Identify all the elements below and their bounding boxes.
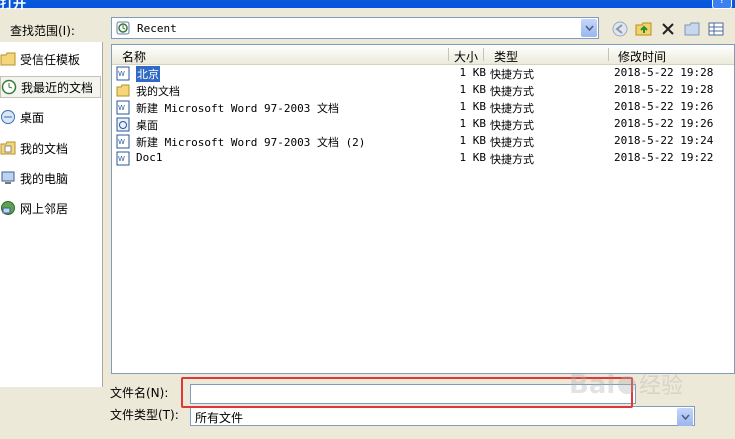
file-type: 快捷方式 bbox=[490, 136, 534, 149]
place-label: 我的文档 bbox=[20, 141, 69, 156]
word-document-icon: W bbox=[116, 66, 130, 81]
file-size: 1 KB bbox=[459, 66, 487, 79]
file-row[interactable]: W Doc1 1 KB 快捷方式 2018-5-22 19:22 bbox=[112, 150, 732, 167]
file-name: 我的文档 bbox=[136, 85, 180, 98]
file-row[interactable]: 桌面 1 KB 快捷方式 2018-5-22 19:26 bbox=[112, 116, 732, 133]
svg-text:Bai: Bai bbox=[569, 370, 615, 400]
file-size: 1 KB bbox=[459, 83, 487, 96]
file-type: 快捷方式 bbox=[490, 85, 534, 98]
file-name: 北京 bbox=[136, 66, 160, 82]
look-in-dropdown[interactable]: Recent bbox=[111, 17, 599, 39]
file-list[interactable]: 名称 大小 类型 修改时间 W 北京 1 KB 快捷方式 2018-5-22 1… bbox=[111, 44, 735, 374]
toolbar bbox=[610, 17, 726, 41]
file-row[interactable]: W 新建 Microsoft Word 97-2003 文档 1 KB 快捷方式… bbox=[112, 99, 732, 116]
svg-text:W: W bbox=[118, 155, 125, 163]
delete-button[interactable] bbox=[658, 19, 678, 39]
look-in-dropdown-button[interactable] bbox=[581, 19, 597, 37]
place-label: 网上邻居 bbox=[20, 201, 69, 216]
network-icon bbox=[1, 201, 15, 215]
word-document-icon: W bbox=[116, 151, 130, 166]
desktop-shortcut-icon bbox=[116, 117, 130, 132]
file-name: Doc1 bbox=[136, 151, 163, 164]
file-size: 1 KB bbox=[459, 100, 487, 113]
column-divider[interactable] bbox=[483, 48, 484, 61]
new-folder-icon bbox=[684, 22, 700, 36]
file-modified: 2018-5-22 19:26 bbox=[614, 100, 714, 113]
file-type-label: 文件类型(T): bbox=[110, 408, 179, 422]
place-desktop[interactable]: 桌面 bbox=[0, 106, 101, 128]
column-divider[interactable] bbox=[448, 48, 449, 61]
file-modified: 2018-5-22 19:28 bbox=[614, 83, 714, 96]
column-divider[interactable] bbox=[608, 48, 609, 61]
new-folder-button[interactable] bbox=[682, 19, 702, 39]
file-row[interactable]: 我的文档 1 KB 快捷方式 2018-5-22 19:28 bbox=[112, 82, 732, 99]
file-list-header: 名称 大小 类型 修改时间 bbox=[112, 45, 734, 65]
place-my-recent-documents[interactable]: 我最近的文档 bbox=[0, 76, 101, 98]
column-header-type[interactable]: 类型 bbox=[494, 48, 518, 65]
file-modified: 2018-5-22 19:24 bbox=[614, 134, 714, 147]
file-type-value: 所有文件 bbox=[195, 411, 244, 425]
computer-icon bbox=[1, 171, 15, 184]
back-button[interactable] bbox=[610, 19, 630, 39]
close-icon bbox=[662, 23, 674, 35]
chevron-down-icon bbox=[584, 25, 594, 31]
file-size: 1 KB bbox=[459, 151, 487, 164]
look-in-label: 查找范围(I): bbox=[10, 24, 75, 38]
look-in-value: Recent bbox=[137, 22, 177, 35]
my-documents-icon bbox=[0, 141, 16, 155]
word-document-icon: W bbox=[116, 100, 130, 115]
window-title: 打开 bbox=[0, 0, 27, 12]
desktop-icon bbox=[1, 110, 15, 124]
place-label: 桌面 bbox=[20, 110, 45, 125]
file-type: 快捷方式 bbox=[490, 119, 534, 132]
svg-text:W: W bbox=[118, 138, 125, 146]
column-header-modified[interactable]: 修改时间 bbox=[618, 48, 666, 65]
help-button[interactable]: ? bbox=[712, 0, 732, 9]
file-type: 快捷方式 bbox=[490, 102, 534, 115]
file-modified: 2018-5-22 19:26 bbox=[614, 117, 714, 130]
folder-icon bbox=[116, 84, 130, 97]
file-row[interactable]: W 新建 Microsoft Word 97-2003 文档 (2) 1 KB … bbox=[112, 133, 732, 150]
file-row[interactable]: W 北京 1 KB 快捷方式 2018-5-22 19:28 bbox=[112, 65, 732, 82]
place-network[interactable]: 网上邻居 bbox=[0, 197, 101, 219]
svg-text:W: W bbox=[118, 104, 125, 112]
svg-text:W: W bbox=[118, 70, 125, 78]
views-icon bbox=[708, 22, 724, 36]
up-folder-icon bbox=[635, 22, 652, 36]
up-folder-button[interactable] bbox=[634, 19, 654, 39]
place-label: 我最近的文档 bbox=[21, 80, 94, 95]
folder-icon bbox=[0, 52, 16, 66]
file-size: 1 KB bbox=[459, 117, 487, 130]
place-trusted-templates[interactable]: 受信任模板 bbox=[0, 48, 101, 70]
file-modified: 2018-5-22 19:22 bbox=[614, 151, 714, 164]
word-document-icon: W bbox=[116, 134, 130, 149]
file-name: 新建 Microsoft Word 97-2003 文档 bbox=[136, 102, 339, 115]
file-type: 快捷方式 bbox=[490, 153, 534, 166]
places-bar: 受信任模板 我最近的文档 桌面 我的文档 我的电脑 网上邻居 bbox=[0, 42, 103, 387]
views-button[interactable] bbox=[706, 19, 726, 39]
back-arrow-icon bbox=[612, 21, 628, 37]
place-my-computer[interactable]: 我的电脑 bbox=[0, 167, 101, 189]
place-my-documents[interactable]: 我的文档 bbox=[0, 137, 101, 159]
recent-documents-icon bbox=[1, 79, 17, 95]
file-size: 1 KB bbox=[459, 134, 487, 147]
recent-folder-icon bbox=[116, 21, 130, 35]
file-modified: 2018-5-22 19:28 bbox=[614, 66, 714, 79]
place-label: 我的电脑 bbox=[20, 171, 69, 186]
place-label: 受信任模板 bbox=[20, 52, 81, 67]
file-name: 新建 Microsoft Word 97-2003 文档 (2) bbox=[136, 136, 366, 149]
file-name: 桌面 bbox=[136, 119, 158, 132]
column-header-name[interactable]: 名称 bbox=[122, 48, 146, 65]
svg-text:经验: 经验 bbox=[639, 374, 683, 399]
file-type: 快捷方式 bbox=[490, 68, 534, 81]
file-name-label: 文件名(N): bbox=[110, 386, 169, 400]
title-bar: 打开 ? bbox=[0, 0, 735, 12]
column-header-size[interactable]: 大小 bbox=[454, 48, 478, 65]
baidu-jingyan-watermark: Bai 经验 bbox=[569, 370, 683, 400]
